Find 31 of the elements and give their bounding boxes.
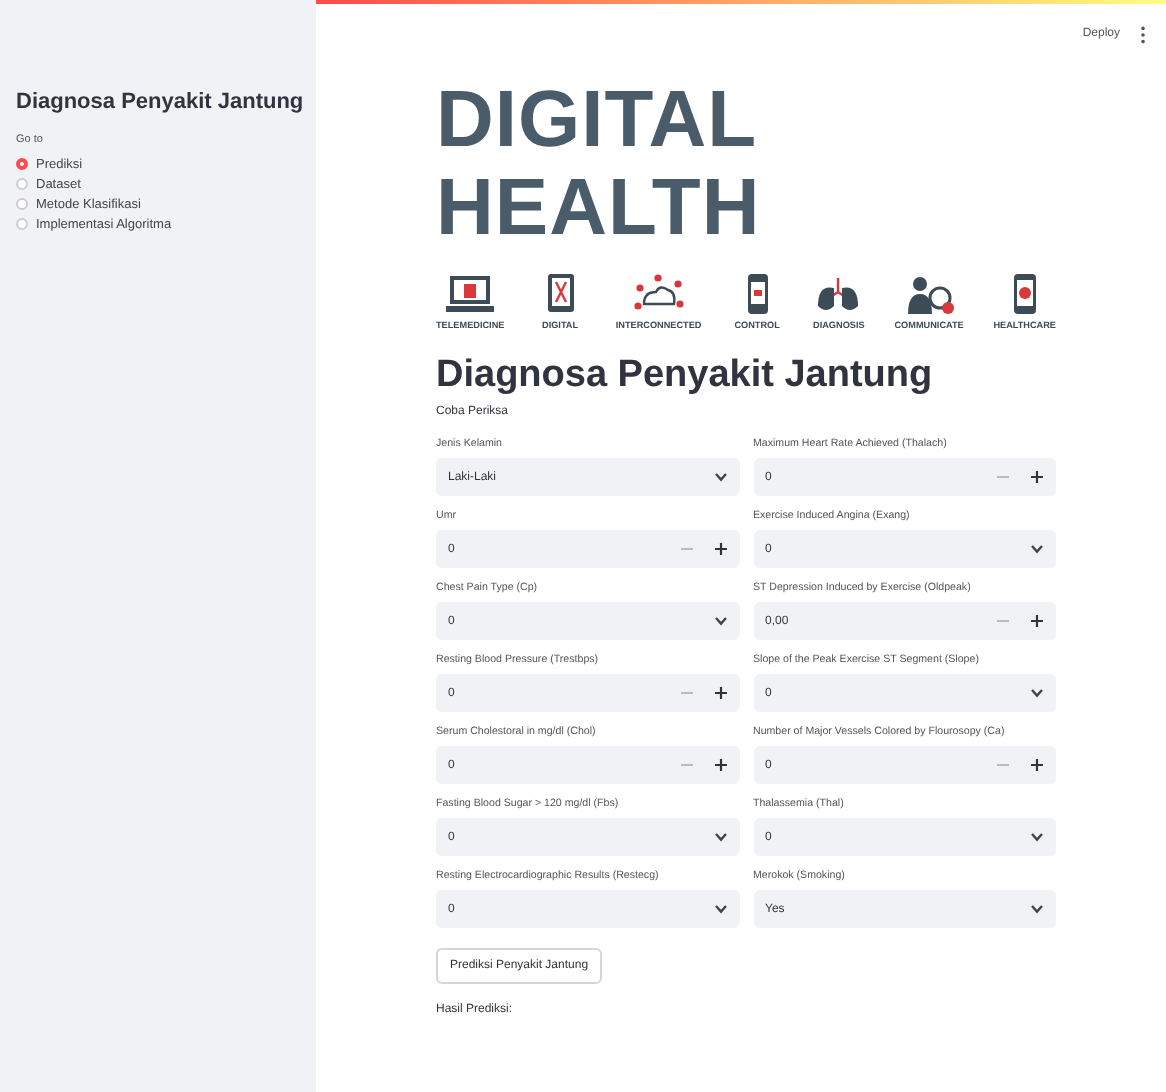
- plus-icon[interactable]: [1030, 614, 1044, 628]
- more-menu-icon[interactable]: [1140, 26, 1146, 44]
- chevron-down-icon: [1030, 544, 1044, 554]
- chevron-down-icon: [713, 472, 727, 482]
- chevron-down-icon: [713, 616, 727, 626]
- minus-icon[interactable]: [679, 542, 693, 556]
- radio-button[interactable]: [16, 218, 28, 230]
- minus-icon[interactable]: [996, 758, 1010, 772]
- chevron-down-icon: [1030, 904, 1044, 914]
- chevron-down-icon: [713, 832, 727, 842]
- chevron-down-icon: [1030, 688, 1044, 698]
- chevron-down-icon: [1030, 832, 1044, 842]
- radio-button[interactable]: [16, 198, 28, 210]
- radio-button[interactable]: [16, 158, 28, 170]
- minus-icon[interactable]: [996, 614, 1010, 628]
- chevron-down-icon: [713, 904, 727, 914]
- health-icon: [632, 272, 685, 316]
- plus-icon[interactable]: [713, 542, 727, 556]
- minus-icon[interactable]: [679, 686, 693, 700]
- plus-icon[interactable]: [713, 758, 727, 772]
- sidebar-title: Diagnosa Penyakit Jantung: [16, 90, 306, 114]
- health-icon: [444, 272, 497, 316]
- health-icon: [903, 272, 956, 316]
- plus-icon[interactable]: [1030, 470, 1044, 484]
- plus-icon[interactable]: [713, 686, 727, 700]
- minus-icon[interactable]: [996, 470, 1010, 484]
- minus-icon[interactable]: [679, 758, 693, 772]
- plus-icon[interactable]: [1030, 758, 1044, 772]
- page-heading: Diagnosa Penyakit Jantung: [436, 354, 935, 398]
- banner-title: DIGITAL HEALTH: [436, 76, 763, 252]
- radio-button[interactable]: [16, 178, 28, 190]
